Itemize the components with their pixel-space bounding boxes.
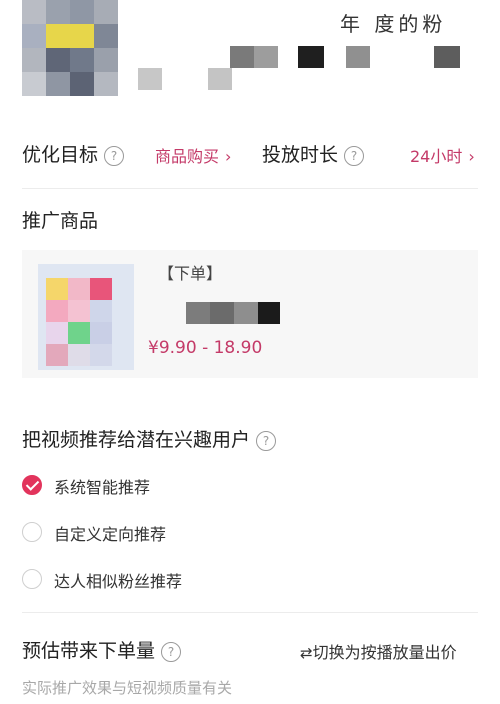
audience-option-label: 达人相似粉丝推荐 (54, 572, 183, 591)
swap-icon: ⇄ (300, 644, 313, 662)
chevron-right-icon: › (468, 147, 475, 166)
audience-option-label: 系统智能推荐 (54, 478, 151, 497)
audience-option-custom[interactable]: 自定义定向推荐 (22, 520, 322, 546)
help-circle-icon[interactable]: ? (161, 641, 182, 662)
radio-unchecked-icon[interactable] (22, 569, 42, 589)
divider (22, 612, 478, 613)
estimate-title-text: 预估带来下单量 (22, 640, 156, 662)
estimate-note: 实际推广效果与短视频质量有关 (22, 679, 233, 697)
product-card[interactable]: 【下单】 ¥9.90 - 18.90 (22, 250, 478, 378)
help-circle-icon[interactable]: ? (256, 430, 277, 451)
optimization-goal-value: 商品购买 (155, 147, 220, 166)
product-thumbnail (38, 264, 134, 370)
chevron-right-icon: › (225, 147, 232, 166)
duration-selector[interactable]: 24小时 › (410, 143, 475, 167)
help-circle-icon[interactable]: ? (104, 145, 125, 166)
blurred-avatar (22, 0, 118, 96)
audience-option-label: 自定义定向推荐 (54, 525, 167, 544)
product-section-title: 推广商品 (22, 210, 99, 232)
check-icon[interactable] (22, 475, 42, 495)
divider (22, 188, 478, 189)
switch-bid-mode-button[interactable]: ⇄切换为按播放量出价 (300, 639, 457, 663)
radio-unchecked-icon[interactable] (22, 522, 42, 542)
optimization-goal-label: 优化目标 ? (22, 140, 125, 167)
help-circle-icon[interactable]: ? (344, 145, 365, 166)
blurred-product-name (186, 302, 280, 324)
optimization-goal-text: 优化目标 (22, 144, 99, 166)
switch-bid-mode-label: 切换为按播放量出价 (312, 643, 457, 662)
blurred-title-block (138, 44, 468, 96)
audience-option-system[interactable]: 系统智能推荐 (22, 473, 322, 499)
audience-title-text: 把视频推荐给潜在兴趣用户 (22, 429, 251, 451)
product-title: 【下单】 (158, 264, 223, 283)
optimization-goal-selector[interactable]: 商品购买 › (155, 143, 231, 167)
duration-text: 投放时长 (262, 144, 339, 166)
audience-option-similar-fans[interactable]: 达人相似粉丝推荐 (22, 567, 322, 593)
product-price: ¥9.90 - 18.90 (148, 338, 263, 358)
audience-section-title: 把视频推荐给潜在兴趣用户 ? (22, 425, 277, 452)
duration-label: 投放时长 ? (262, 140, 365, 167)
duration-value: 24小时 (410, 147, 463, 166)
header-partial-text: 年 度的粉 (340, 12, 447, 36)
estimate-section-title: 预估带来下单量 ? (22, 636, 182, 663)
